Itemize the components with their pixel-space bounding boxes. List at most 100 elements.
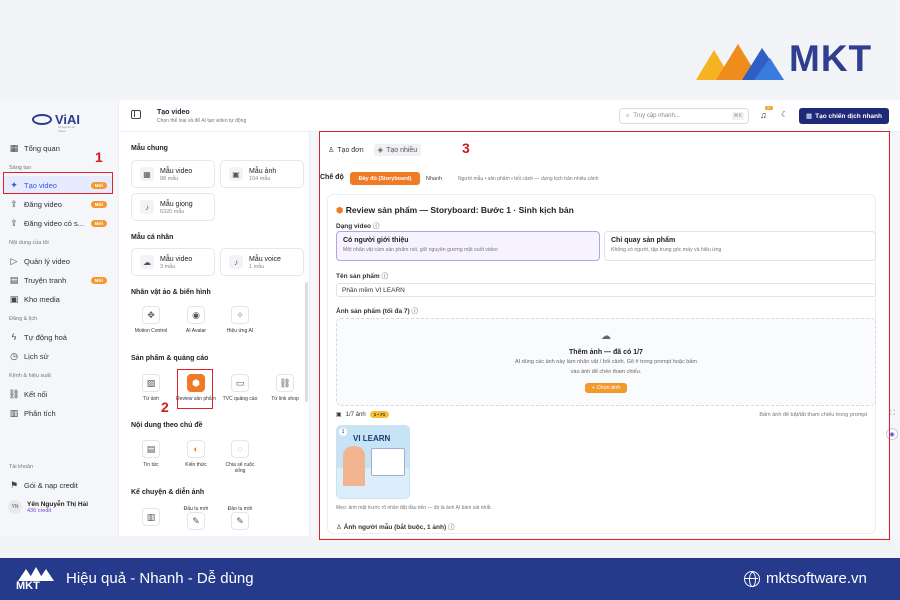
personal-card-video[interactable]: ☁ Mẫu video 3 mẫu <box>131 248 215 276</box>
footer-website[interactable]: mktsoftware.vn <box>744 570 867 587</box>
section-heading: Kể chuyện & diễn ảnh <box>131 489 205 496</box>
card-count: 6320 mẫu <box>160 208 185 215</box>
tile-story-edit-1[interactable]: Đấu tu mới ✎ <box>176 502 216 530</box>
sidebar-item-label: Truyện tranh <box>24 275 67 285</box>
user-name: Yến Nguyễn Thị Hải <box>27 500 89 508</box>
tile-life-share[interactable]: ◌ Chia sẻ cuộc sống <box>220 440 260 474</box>
footer-banner: MKT Hiệu quả - Nhanh - Dễ dùng mktsoftwa… <box>0 558 900 600</box>
tile-story-edit-2[interactable]: Đảo tu mới ✎ <box>220 502 260 530</box>
tile-label: AI Avatar <box>185 328 207 334</box>
mkt-logo: MKT <box>692 36 892 84</box>
template-panel: Mẫu chung ▦ Mẫu video 88 mẫu ▣ Mẫu ảnh 104… <box>118 132 310 536</box>
sidebar-item-connect[interactable]: ⛓ Kết nối <box>4 385 112 403</box>
card-title: Mẫu ảnh <box>249 167 277 175</box>
tile-tvc-ad[interactable]: ▭ TVC quảng cáo <box>220 374 260 402</box>
photo-icon: ▨ <box>142 374 160 392</box>
tile-label: Tin tức <box>143 462 159 468</box>
section-heading: Sản phẩm & quảng cáo <box>131 355 209 362</box>
sidebar-item-label: Phân tích <box>24 408 56 418</box>
sidebar-item-analytics[interactable]: ▥ Phân tích <box>4 404 112 422</box>
sidebar-item-comics[interactable]: ▤ Truyện tranh Mới <box>4 271 112 289</box>
mic-icon: ♪ <box>140 200 154 214</box>
new-badge: Mới <box>90 276 107 284</box>
card-title: Mẫu giọng <box>160 200 193 208</box>
new-badge: Mới <box>90 200 107 208</box>
vai-logo: ViAI AI Agents for Video <box>32 112 80 133</box>
user-credit: 436 credit <box>27 507 52 514</box>
card-count: 88 mẫu <box>160 175 179 182</box>
sidebar-item-automation[interactable]: ϟ Tự động hoá <box>4 328 112 346</box>
tile-ai-avatar[interactable]: ◉ AI Avatar <box>176 306 216 334</box>
footer-website-text: mktsoftware.vn <box>766 570 867 587</box>
highlight-box-main <box>319 131 890 540</box>
sidebar: ViAI AI Agents for Video ▦ Tổng quan Sán… <box>0 100 118 536</box>
edit-icon: ✎ <box>231 512 249 530</box>
tile-label: Hiệu ứng AI <box>226 328 254 334</box>
search-input[interactable]: ⌕ Truy cập nhanh... ⌘K <box>619 108 749 124</box>
sidebar-item-history[interactable]: ◷ Lịch sử <box>4 347 112 365</box>
card-title: Mẫu voice <box>249 255 281 263</box>
tile-label: Motion Control <box>134 328 168 334</box>
card-title: Mẫu video <box>160 167 193 175</box>
tile-motion-control[interactable]: ✥ Motion Control <box>131 306 171 334</box>
template-card-voice[interactable]: ♪ Mẫu giọng 6320 mẫu <box>131 193 215 221</box>
mkt-logo-text: MKT <box>789 38 873 79</box>
globe-icon <box>744 570 760 587</box>
new-badge: Mới <box>90 219 107 227</box>
tile-label: Đảo tu mới <box>227 506 253 512</box>
upload-schedule-icon: ⇪ <box>10 217 18 228</box>
template-card-image[interactable]: ▣ Mẫu ảnh 104 mẫu <box>220 160 304 188</box>
chart-icon: ▥ <box>9 407 19 418</box>
expand-icon[interactable]: ⛶ <box>890 410 895 418</box>
image-icon: ▣ <box>9 293 19 304</box>
clock-icon: ◷ <box>10 350 18 361</box>
sidebar-group-heading: Sáng tạo <box>9 165 32 171</box>
footer-slogan: Hiệu quả - Nhanh - Dễ dùng <box>66 570 254 587</box>
search-icon: ⌕ <box>626 112 630 119</box>
tile-label: Từ link shop <box>271 396 299 402</box>
tile-from-shop-link[interactable]: ⛓ Từ link shop <box>265 374 305 402</box>
section-heading: Mẫu chung <box>131 145 168 152</box>
sidebar-toggle-icon[interactable] <box>131 110 141 119</box>
sidebar-item-manage-video[interactable]: ▷ Quản lý video <box>4 252 112 270</box>
tile-ai-effect[interactable]: ✧ Hiệu ứng AI <box>220 306 260 334</box>
link-icon: ⛓ <box>276 374 294 392</box>
card-title: Mẫu video <box>160 255 193 263</box>
user-profile[interactable]: YN Yến Nguyễn Thị Hải 436 credit <box>8 500 88 514</box>
notification-badge: 9+ <box>765 106 773 110</box>
personal-card-voice[interactable]: ♪ Mẫu voice 1 mẫu <box>220 248 304 276</box>
sidebar-item-post-video[interactable]: ⇪ Đăng video Mới <box>4 195 112 213</box>
quick-campaign-label: Tạo chiến dịch nhanh <box>815 112 882 120</box>
tile-label: Chia sẻ cuộc sống <box>225 462 255 474</box>
sidebar-item-label: Kết nối <box>24 389 48 399</box>
news-icon: ▤ <box>142 440 160 458</box>
vai-logo-tagline: AI Agents for Video <box>58 125 76 133</box>
avatar-icon: ◉ <box>187 306 205 324</box>
moon-icon[interactable]: ☾ <box>781 110 788 119</box>
sidebar-item-label: Đăng video có s... <box>24 218 85 228</box>
highlight-box-review <box>177 369 213 409</box>
link-icon: ⛓ <box>8 388 20 399</box>
quick-campaign-button[interactable]: ▦ Tạo chiến dịch nhanh <box>799 108 889 124</box>
bell-icon[interactable]: ♫ 9+ <box>760 106 773 120</box>
chat-icon: ◌ <box>231 440 249 458</box>
tile-story-film[interactable]: ▥ <box>131 504 171 526</box>
sidebar-item-label: Tổng quan <box>24 143 60 153</box>
image-icon: ▣ <box>229 167 243 181</box>
sidebar-item-label: Đăng video <box>24 199 62 209</box>
sidebar-item-credit[interactable]: ⚑ Gói & nạp credit <box>4 476 112 494</box>
edit-icon: ✎ <box>187 512 205 530</box>
sidebar-item-post-video-scheduled[interactable]: ⇪ Đăng video có s... Mới <box>4 214 112 232</box>
card-count: 104 mẫu <box>249 175 271 182</box>
template-card-video[interactable]: ▦ Mẫu video 88 mẫu <box>131 160 215 188</box>
vai-logo-icon <box>32 114 52 125</box>
tile-news[interactable]: ▤ Tin tức <box>131 440 171 468</box>
template-panel-scrollbar[interactable] <box>305 282 308 402</box>
tile-knowledge[interactable]: ◐ Kiến thức <box>176 440 216 468</box>
annotation-number-1: 1 <box>95 149 103 165</box>
sidebar-item-media[interactable]: ▣ Kho media <box>4 290 112 308</box>
sidebar-item-label: Lịch sử <box>24 351 49 361</box>
tile-from-image[interactable]: ▨ Từ ảnh <box>131 374 171 402</box>
mkt-logo-mark <box>696 44 784 80</box>
search-placeholder: Truy cập nhanh... <box>633 113 680 119</box>
